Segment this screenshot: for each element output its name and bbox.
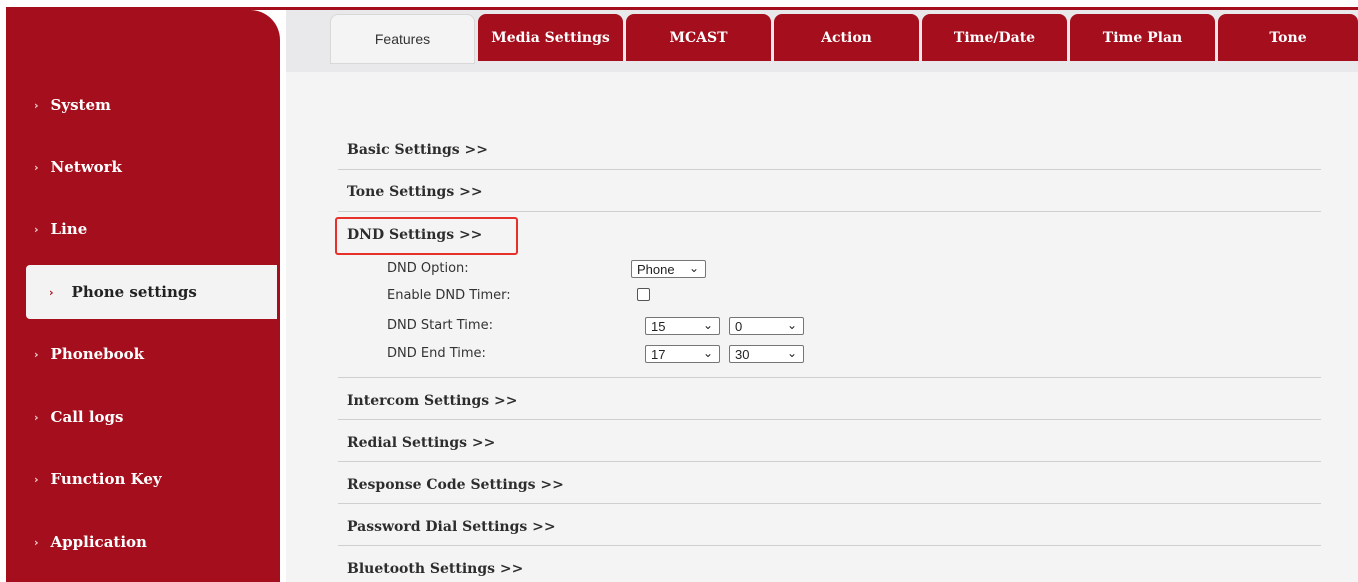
chevron-right-icon: › (49, 285, 54, 299)
sidebar-item-line[interactable]: › Line (34, 214, 87, 244)
enable-dnd-timer-checkbox[interactable] (637, 288, 650, 301)
dnd-option-label: DND Option: (387, 261, 469, 276)
divider (338, 503, 1321, 504)
section-bluetooth-settings[interactable]: Bluetooth Settings >> (347, 561, 523, 577)
divider (338, 461, 1321, 462)
section-dnd-settings[interactable]: DND Settings >> (347, 227, 482, 243)
tab-mcast[interactable]: MCAST (626, 14, 771, 61)
divider (338, 211, 1321, 212)
chevron-right-icon: › (34, 160, 39, 174)
sidebar-item-label: Phonebook (50, 345, 145, 363)
sidebar-item-phone-settings[interactable]: › Phone settings (26, 265, 277, 319)
dnd-start-hour-value: 15 (651, 318, 666, 334)
divider (338, 377, 1321, 378)
chevron-right-icon: › (34, 472, 39, 486)
tab-action[interactable]: Action (774, 14, 919, 61)
sidebar-item-label: System (50, 96, 111, 114)
divider (338, 169, 1321, 170)
chevron-down-icon: ⌄ (702, 346, 713, 360)
dnd-end-time-label: DND End Time: (387, 346, 486, 361)
sidebar-item-call-logs[interactable]: › Call logs (34, 402, 123, 432)
sidebar-item-label: Call logs (50, 408, 124, 426)
sidebar-item-system[interactable]: › System (34, 90, 111, 120)
sidebar-item-application[interactable]: › Application (34, 527, 147, 557)
sidebar-item-label: Network (50, 158, 122, 176)
chevron-down-icon: ⌄ (786, 346, 797, 360)
divider (338, 545, 1321, 546)
sidebar-item-label: Phone settings (71, 283, 197, 301)
chevron-right-icon: › (34, 535, 39, 549)
enable-dnd-timer-label: Enable DND Timer: (387, 288, 511, 303)
section-intercom-settings[interactable]: Intercom Settings >> (347, 393, 517, 409)
dnd-start-time-label: DND Start Time: (387, 318, 493, 333)
chevron-down-icon: ⌄ (786, 318, 797, 332)
tab-media-settings[interactable]: Media Settings (478, 14, 623, 61)
chevron-right-icon: › (34, 222, 39, 236)
chevron-right-icon: › (34, 410, 39, 424)
dnd-option-value: Phone (637, 261, 675, 277)
dnd-end-hour-select[interactable]: 17 ⌄ (645, 345, 720, 363)
sidebar-item-label: Application (50, 533, 147, 551)
dnd-end-hour-value: 17 (651, 346, 666, 362)
dnd-start-minute-select[interactable]: 0 ⌄ (729, 317, 804, 335)
sidebar-item-function-key[interactable]: › Function Key (34, 464, 162, 494)
sidebar-item-label: Line (50, 220, 88, 238)
tab-time-date[interactable]: Time/Date (922, 14, 1067, 61)
dnd-option-select[interactable]: Phone ⌄ (631, 260, 706, 278)
dnd-start-hour-select[interactable]: 15 ⌄ (645, 317, 720, 335)
dnd-end-minute-value: 30 (735, 346, 750, 362)
dnd-start-minute-value: 0 (735, 318, 743, 334)
chevron-down-icon: ⌄ (688, 261, 699, 275)
tab-tone[interactable]: Tone (1218, 14, 1358, 61)
section-password-dial-settings[interactable]: Password Dial Settings >> (347, 519, 556, 535)
section-response-code-settings[interactable]: Response Code Settings >> (347, 477, 564, 493)
sidebar-item-network[interactable]: › Network (34, 152, 122, 182)
section-tone-settings[interactable]: Tone Settings >> (347, 184, 483, 200)
section-redial-settings[interactable]: Redial Settings >> (347, 435, 495, 451)
chevron-right-icon: › (34, 98, 39, 112)
dnd-end-minute-select[interactable]: 30 ⌄ (729, 345, 804, 363)
tab-time-plan[interactable]: Time Plan (1070, 14, 1215, 61)
chevron-down-icon: ⌄ (702, 318, 713, 332)
divider (338, 419, 1321, 420)
chevron-right-icon: › (34, 347, 39, 361)
sidebar-item-phonebook[interactable]: › Phonebook (34, 339, 144, 369)
section-basic-settings[interactable]: Basic Settings >> (347, 142, 488, 158)
tab-features[interactable]: Features (330, 14, 475, 64)
sidebar-item-label: Function Key (50, 470, 162, 488)
